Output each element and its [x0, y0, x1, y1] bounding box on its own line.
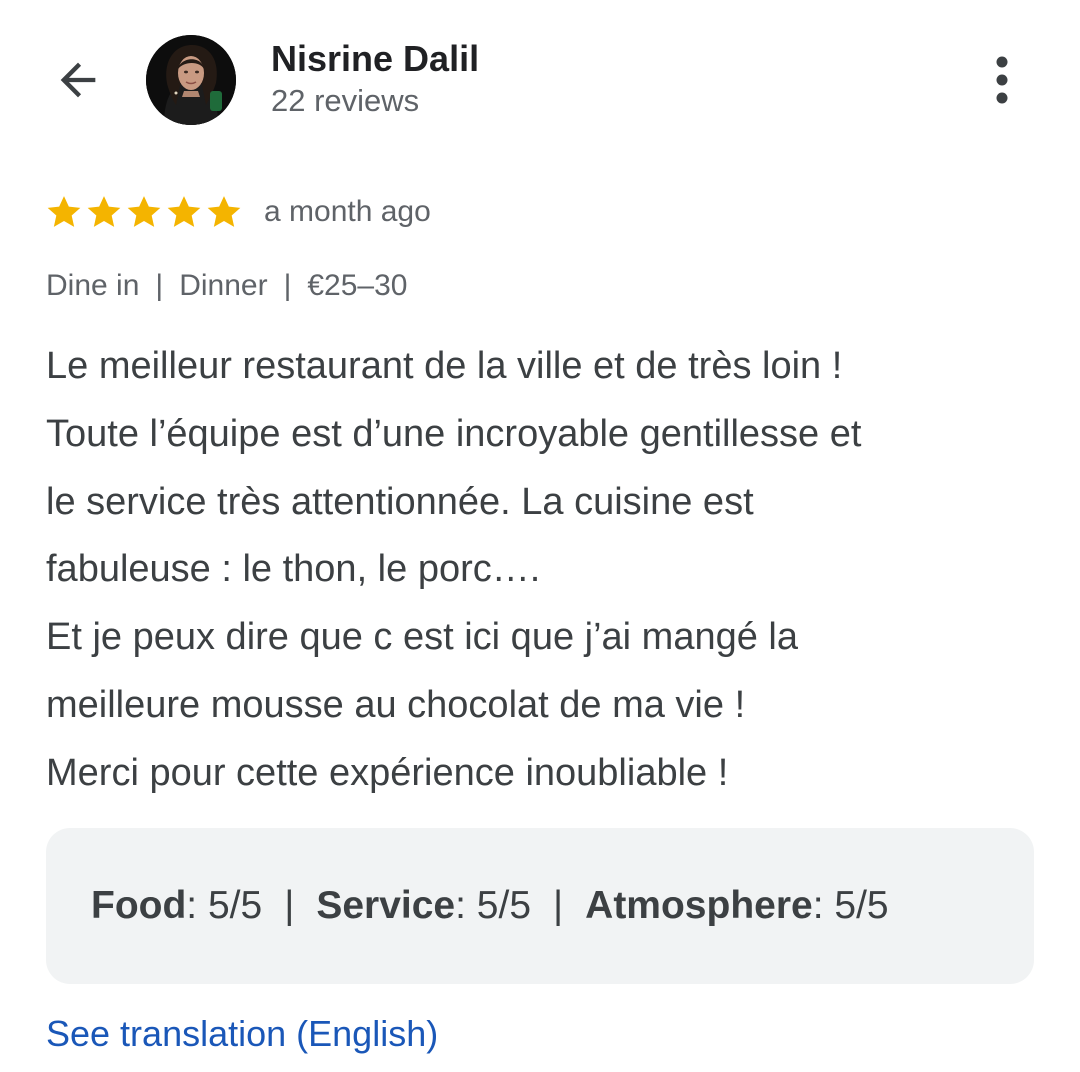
star-icon	[87, 196, 121, 227]
more-vert-icon	[996, 56, 1008, 104]
rating-row: a month ago	[44, 190, 431, 234]
star-rating	[44, 192, 244, 232]
separator: |	[284, 884, 295, 927]
back-button[interactable]	[46, 48, 110, 112]
star-icon	[127, 196, 161, 227]
atmosphere-rating-value: : 5/5	[812, 884, 889, 927]
service-rating-label: Service	[316, 884, 456, 927]
atmosphere-rating-label: Atmosphere	[585, 884, 813, 927]
ratings-line: Food : 5/5 | Service : 5/5 | Atmosphere …	[91, 884, 889, 928]
review-text: Le meilleur restaurant de la ville et de…	[46, 345, 862, 794]
price-range: €25–30	[307, 269, 408, 302]
star-icon	[47, 196, 81, 227]
food-rating-value: : 5/5	[186, 884, 263, 927]
review-time: a month ago	[264, 195, 431, 228]
arrow-back-icon	[60, 62, 96, 98]
separator: |	[553, 884, 564, 927]
more-options-button[interactable]	[976, 50, 1028, 110]
reviewer-name[interactable]: Nisrine Dalil	[271, 38, 479, 80]
service-rating-value: : 5/5	[455, 884, 532, 927]
service-type: Dine in	[46, 269, 140, 302]
profile-photo	[146, 35, 236, 125]
star-icon	[167, 196, 201, 227]
star-icon	[207, 196, 241, 227]
separator: |	[283, 269, 292, 302]
avatar[interactable]	[146, 35, 236, 125]
review-count: 22 reviews	[271, 83, 420, 118]
separator: |	[155, 269, 164, 302]
visit-details: Dine in | Dinner | €25–30	[46, 269, 407, 303]
food-rating-label: Food	[91, 884, 187, 927]
see-translation-link[interactable]: See translation (English)	[46, 1013, 438, 1055]
meal-type: Dinner	[179, 269, 268, 302]
ratings-breakdown: Food : 5/5 | Service : 5/5 | Atmosphere …	[46, 828, 1034, 984]
